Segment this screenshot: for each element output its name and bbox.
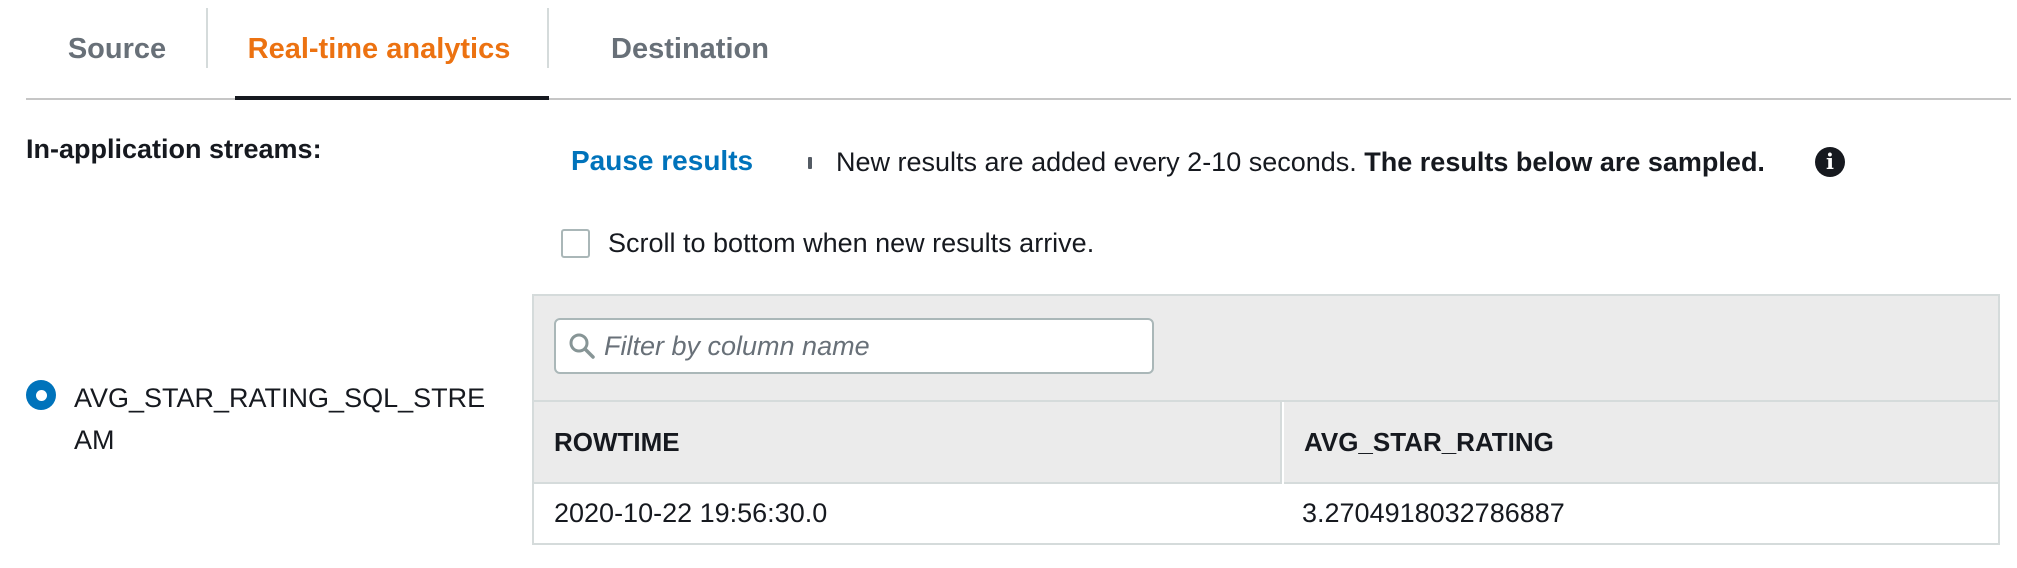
results-refresh-note: New results are added every 2-10 seconds… [836, 147, 1357, 177]
stream-radio-button[interactable] [26, 380, 56, 410]
info-icon[interactable]: i [1815, 147, 1845, 177]
tab-divider [547, 8, 549, 68]
tab-destination[interactable]: Destination [550, 0, 830, 98]
results-info-text: New results are added every 2-10 seconds… [836, 147, 1765, 178]
in-application-streams-label: In-application streams: [26, 134, 322, 164]
filter-input[interactable] [604, 320, 1144, 372]
filter-box[interactable] [554, 318, 1154, 374]
table-cell-rowtime: 2020-10-22 19:56:30.0 [554, 498, 828, 528]
column-header-avg-star-rating[interactable]: AVG_STAR_RATING [1284, 402, 1998, 484]
scroll-to-bottom-label[interactable]: Scroll to bottom when new results arrive… [608, 228, 1094, 259]
radio-selected-dot [35, 389, 47, 401]
search-icon [569, 333, 595, 359]
results-sampled-note: The results below are sampled. [1364, 147, 1765, 177]
stream-name[interactable]: AVG_STAR_RATING_SQL_STREAM [74, 377, 494, 461]
column-header-rowtime[interactable]: ROWTIME [534, 402, 1282, 484]
tab-bar: Source Real-time analytics Destination [26, 0, 2011, 100]
tab-source[interactable]: Source [26, 0, 208, 98]
results-panel: ROWTIME AVG_STAR_RATING 2020-10-22 19:56… [532, 294, 2000, 545]
tab-real-time-analytics[interactable]: Real-time analytics [209, 0, 549, 100]
separator-dot [808, 157, 812, 169]
tab-divider [206, 8, 208, 68]
pause-results-link[interactable]: Pause results [571, 145, 753, 177]
table-cell-avg-star-rating: 3.2704918032786887 [1302, 498, 1565, 528]
results-panel-header [534, 296, 1998, 402]
scroll-to-bottom-checkbox[interactable] [561, 229, 590, 258]
